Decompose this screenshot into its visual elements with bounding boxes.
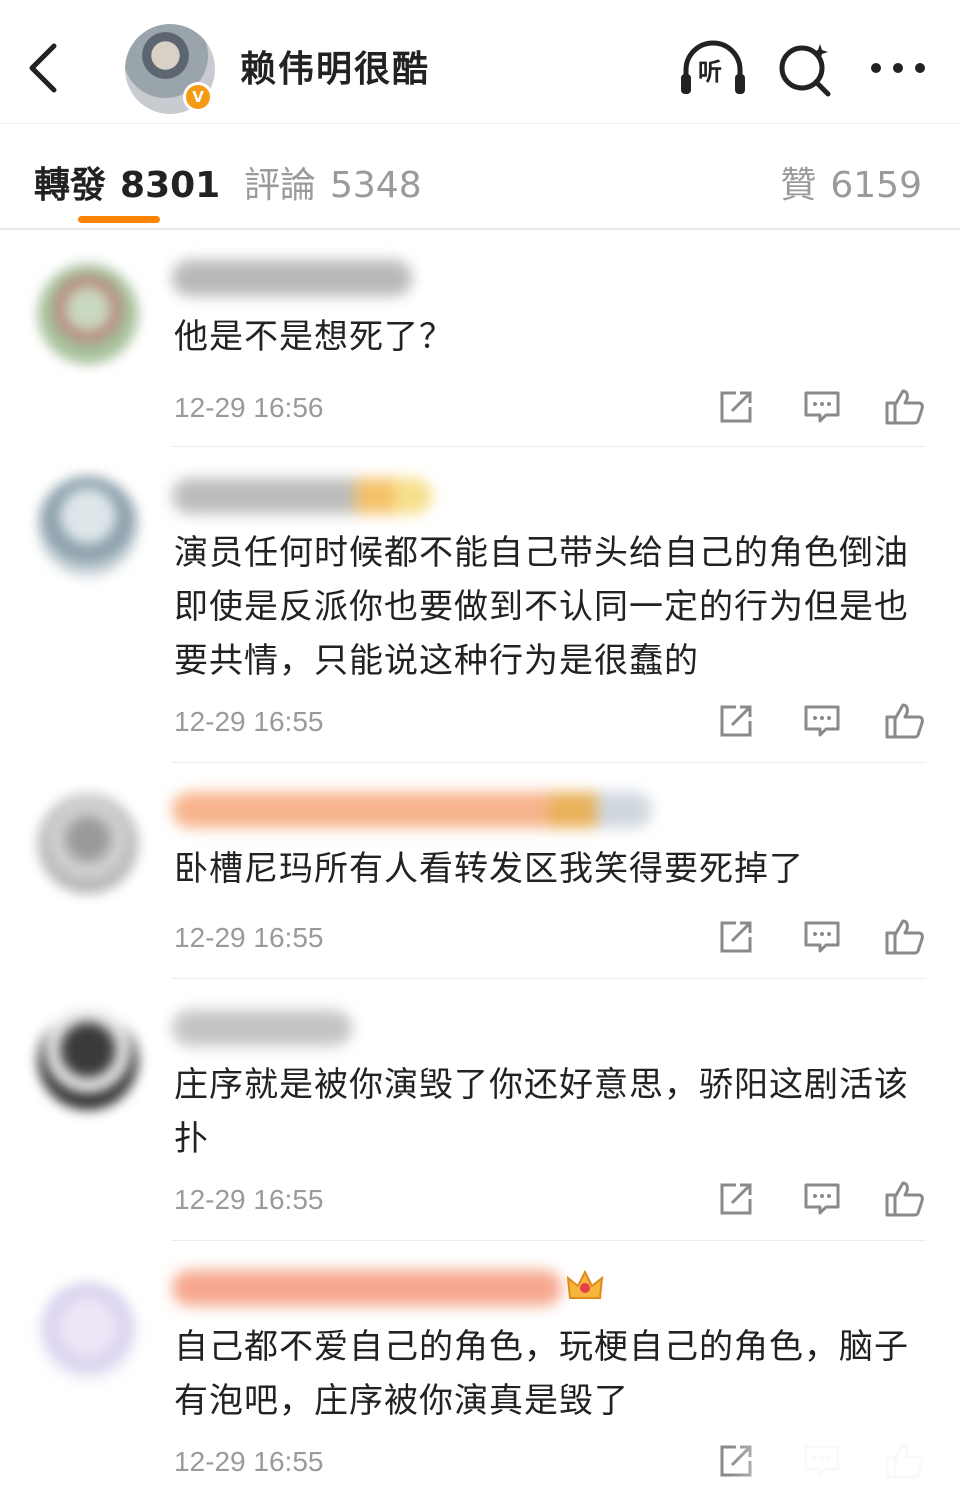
- reply-icon: [804, 921, 840, 953]
- user-name-blurred[interactable]: [172, 792, 652, 828]
- share-icon: [720, 391, 752, 423]
- comment-actions: [712, 1174, 942, 1224]
- reply-button[interactable]: [798, 696, 846, 746]
- page-title: 赖伟明很酷: [240, 49, 431, 90]
- user-name-blurred[interactable]: [172, 260, 412, 296]
- share-icon: [720, 921, 752, 953]
- tab-comment-count: 5348: [330, 165, 422, 206]
- user-name-blurred[interactable]: [172, 1270, 562, 1306]
- back-button[interactable]: [22, 38, 72, 98]
- user-avatar[interactable]: [38, 1010, 138, 1110]
- user-avatar[interactable]: [38, 1282, 138, 1382]
- search-button[interactable]: [776, 38, 836, 98]
- thumbs-up-icon: [885, 1181, 924, 1217]
- user-avatar[interactable]: [38, 794, 138, 894]
- tab-like-label: 贊: [780, 165, 817, 206]
- tab-comment-label: 評論: [244, 165, 317, 206]
- share-button[interactable]: [712, 696, 760, 746]
- search-sparkle-icon: [779, 44, 831, 97]
- comment-text: 演员任何时候都不能自己带头给自己的角色倒油即使是反派你也要做到不认同一定的行为但…: [174, 533, 909, 681]
- comment-actions: [712, 912, 942, 962]
- reply-button[interactable]: [798, 912, 846, 962]
- profile-avatar[interactable]: V: [125, 24, 215, 114]
- user-avatar[interactable]: [38, 476, 138, 576]
- tab-forward-label: 轉發: [34, 165, 107, 206]
- more-dots-icon: [871, 63, 925, 73]
- crown-badge-icon: [566, 1270, 604, 1299]
- user-name-blurred[interactable]: [172, 478, 432, 514]
- tab-comment[interactable]: 評論 5348: [244, 156, 422, 208]
- tab-forward[interactable]: 轉發 8301: [34, 156, 220, 208]
- comment-time: 12-29 16:55: [174, 922, 324, 953]
- thumbs-up-icon: [885, 919, 924, 955]
- comment-text: 庄序就是被你演毁了你还好意思，骄阳这剧活该扑: [174, 1065, 909, 1159]
- like-button[interactable]: [880, 382, 928, 432]
- comment-time: 12-29 16:55: [174, 1184, 324, 1215]
- comment-time: 12-29 16:56: [174, 392, 324, 423]
- share-button[interactable]: [712, 1174, 760, 1224]
- divider: [172, 446, 926, 447]
- comment-actions: [712, 696, 942, 746]
- listen-button[interactable]: 听: [678, 38, 748, 98]
- reply-icon: [804, 705, 840, 737]
- more-button[interactable]: [866, 38, 930, 98]
- share-button[interactable]: [712, 912, 760, 962]
- tab-like[interactable]: 贊 6159: [780, 156, 922, 208]
- listen-label: 听: [698, 58, 722, 86]
- divider: [172, 762, 926, 763]
- comment-time: 12-29 16:55: [174, 1446, 324, 1477]
- comment-text: 他是不是想死了？: [174, 317, 454, 357]
- tab-bar: 轉發 8301 評論 5348 贊 6159: [0, 124, 960, 230]
- share-button[interactable]: [712, 382, 760, 432]
- share-icon: [720, 1183, 752, 1215]
- like-button[interactable]: [880, 696, 928, 746]
- comment-time: 12-29 16:55: [174, 706, 324, 737]
- top-bar: V 赖伟明很酷 听: [0, 0, 960, 124]
- share-icon: [720, 705, 752, 737]
- user-avatar[interactable]: [38, 264, 138, 364]
- thumbs-up-icon: [885, 389, 924, 425]
- active-tab-indicator: [78, 216, 160, 223]
- comment-actions: [712, 382, 942, 432]
- thumbs-up-icon: [885, 703, 924, 739]
- comment-text: 自己都不爱自己的角色，玩梗自己的角色，脑子有泡吧，庄序被你演真是毁了: [174, 1327, 909, 1421]
- reply-button[interactable]: [798, 382, 846, 432]
- reply-icon: [804, 391, 840, 423]
- tab-like-count: 6159: [830, 165, 922, 206]
- like-button[interactable]: [880, 1174, 928, 1224]
- verified-badge: V: [183, 82, 213, 112]
- tab-forward-count: 8301: [120, 165, 221, 206]
- like-button[interactable]: [880, 912, 928, 962]
- reply-button[interactable]: [798, 1174, 846, 1224]
- divider: [172, 978, 926, 979]
- reply-icon: [804, 1183, 840, 1215]
- watermark-overlay: [730, 1441, 960, 1489]
- comment-text: 卧槽尼玛所有人看转发区我笑得要死掉了: [174, 849, 804, 889]
- divider: [172, 1240, 926, 1241]
- chevron-left-icon: [29, 43, 57, 93]
- user-name-blurred[interactable]: [172, 1010, 352, 1046]
